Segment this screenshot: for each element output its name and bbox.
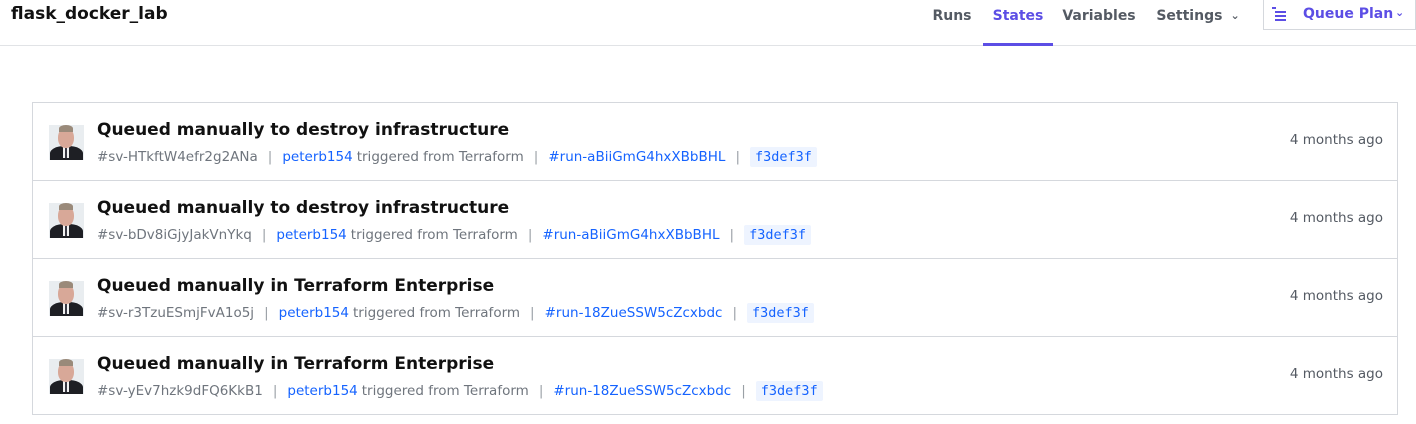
commit-sha[interactable]: f3def3f [744, 225, 811, 245]
workspace-title: flask_docker_lab [11, 4, 168, 24]
trigger-text: triggered from Terraform [350, 227, 518, 243]
state-title: Queued manually to destroy infrastructur… [97, 198, 510, 218]
divider: | [264, 305, 269, 321]
state-id: #sv-bDv8iGjyJakVnYkq [97, 227, 252, 243]
state-meta: #sv-yEv7hzk9dFQ6KkB1 | peterb154 trigger… [97, 380, 823, 402]
queue-plan-label: Queue Plan [1303, 6, 1394, 22]
run-link[interactable]: #run-18ZueSSW5cZcxbdc [553, 383, 731, 399]
chevron-down-icon: ⌄ [1230, 9, 1240, 22]
state-version-row[interactable]: Queued manually in Terraform Enterprise … [33, 259, 1397, 337]
run-link[interactable]: #run-aBiiGmG4hxXBbBHL [548, 149, 725, 165]
state-version-row[interactable]: Queued manually to destroy infrastructur… [33, 103, 1397, 181]
user-link[interactable]: peterb154 [287, 383, 357, 399]
user-link[interactable]: peterb154 [282, 149, 352, 165]
commit-sha[interactable]: f3def3f [747, 303, 814, 323]
timestamp: 4 months ago [1289, 132, 1383, 148]
state-id: #sv-r3TzuESmjFvA1o5j [97, 305, 255, 321]
run-link[interactable]: #run-18ZueSSW5cZcxbdc [545, 305, 723, 321]
tab-settings-label: Settings [1156, 8, 1223, 24]
avatar [49, 281, 84, 316]
state-versions-list: Queued manually to destroy infrastructur… [32, 102, 1398, 415]
state-version-row[interactable]: Queued manually to destroy infrastructur… [33, 181, 1397, 259]
user-link[interactable]: peterb154 [276, 227, 346, 243]
avatar [49, 359, 84, 394]
state-meta: #sv-bDv8iGjyJakVnYkq | peterb154 trigger… [97, 224, 811, 246]
divider: | [735, 149, 740, 165]
tab-runs-label: Runs [932, 8, 972, 24]
tab-states-label: States [992, 8, 1044, 24]
state-title: Queued manually in Terraform Enterprise [97, 354, 495, 374]
divider: | [533, 149, 539, 165]
tab-variables[interactable]: Variables [1056, 8, 1142, 46]
timestamp: 4 months ago [1289, 366, 1383, 382]
tab-states[interactable]: States [983, 8, 1053, 46]
state-meta: #sv-HTkftW4efr2g2ANa | peterb154 trigger… [97, 146, 817, 168]
divider: | [729, 227, 735, 243]
divider: | [741, 383, 746, 399]
avatar [49, 203, 84, 238]
tab-settings[interactable]: Settings ⌄ [1148, 8, 1248, 46]
queue-plan-button[interactable]: Queue Plan ⌄ [1263, 0, 1416, 30]
divider: | [732, 305, 738, 321]
timestamp: 4 months ago [1289, 210, 1383, 226]
chevron-down-icon: ⌄ [1395, 6, 1405, 19]
state-version-row[interactable]: Queued manually in Terraform Enterprise … [33, 337, 1397, 415]
divider: | [272, 383, 278, 399]
state-id: #sv-yEv7hzk9dFQ6KkB1 [97, 383, 263, 399]
commit-sha[interactable]: f3def3f [750, 147, 817, 167]
avatar [49, 125, 84, 160]
divider: | [538, 383, 544, 399]
commit-sha[interactable]: f3def3f [755, 381, 823, 401]
user-link[interactable]: peterb154 [279, 305, 349, 321]
state-id: #sv-HTkftW4efr2g2ANa [97, 149, 258, 165]
tab-runs[interactable]: Runs [922, 8, 982, 46]
trigger-text: triggered from Terraform [353, 305, 521, 321]
queue-list-icon [1272, 7, 1286, 21]
divider: | [261, 227, 267, 243]
timestamp: 4 months ago [1289, 288, 1383, 304]
top-bar: flask_docker_lab Runs States Variables S… [0, 0, 1416, 46]
state-title: Queued manually to destroy infrastructur… [97, 120, 510, 140]
state-meta: #sv-r3TzuESmjFvA1o5j | peterb154 trigger… [97, 302, 814, 324]
state-title: Queued manually in Terraform Enterprise [97, 276, 495, 296]
divider: | [530, 305, 535, 321]
run-link[interactable]: #run-aBiiGmG4hxXBbBHL [542, 227, 719, 243]
divider: | [267, 149, 273, 165]
divider: | [527, 227, 533, 243]
trigger-text: triggered from Terraform [356, 149, 524, 165]
trigger-text: triggered from Terraform [361, 383, 529, 399]
tab-variables-label: Variables [1062, 8, 1136, 24]
